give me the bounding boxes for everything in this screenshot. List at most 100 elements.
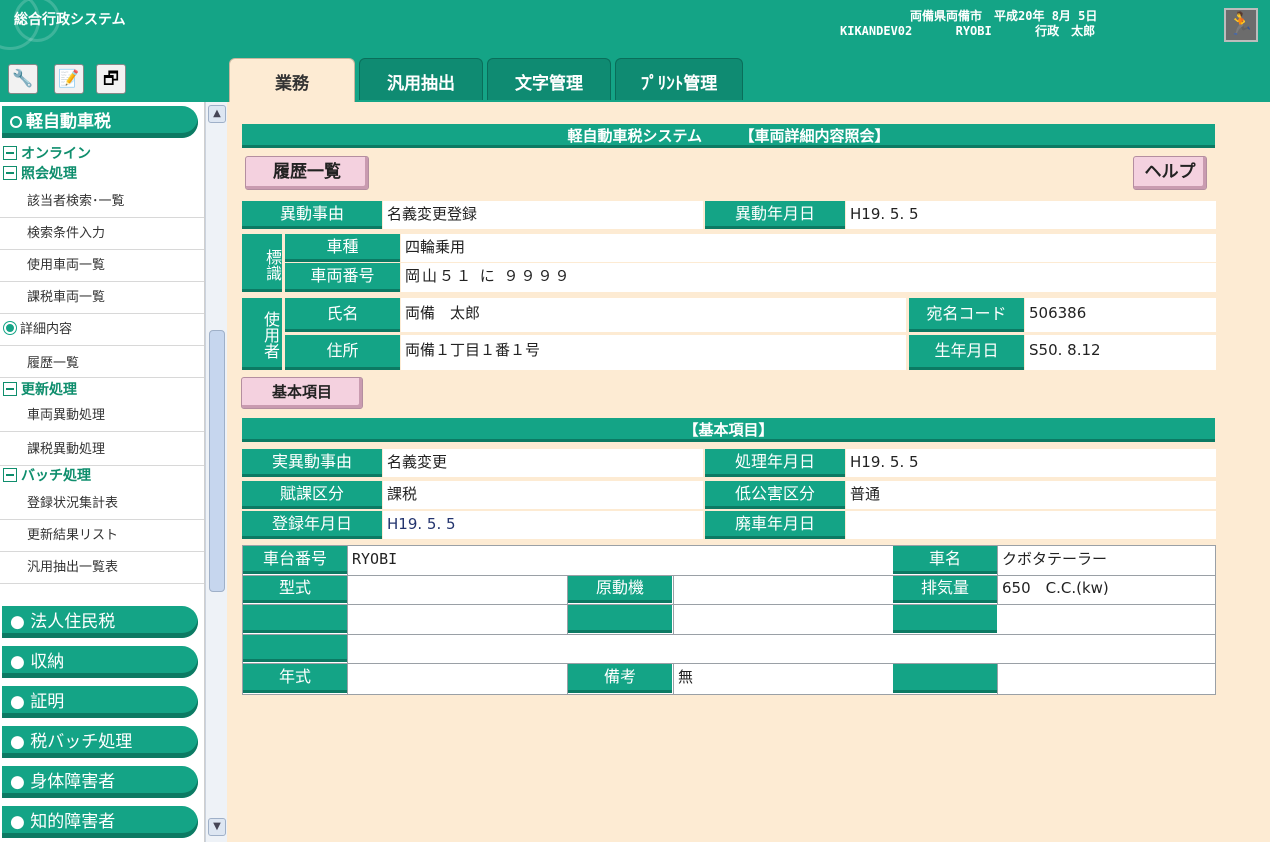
haikiryo-value: 650 C.C.(kw) [1002, 579, 1109, 597]
tab-hanyo-chushutsu[interactable]: 汎用抽出 [359, 58, 483, 100]
jitsu-idou-jiyu-value: 名義変更 [383, 449, 703, 477]
shadai-bango-label: 車台番号 [243, 546, 347, 574]
seinengappi-label: 生年月日 [909, 335, 1024, 370]
biko-label: 備考 [568, 664, 672, 693]
fuka-kubun-label: 賦課区分 [242, 481, 382, 509]
collapse-icon [3, 146, 17, 160]
notepad-icon[interactable]: 📝 [54, 64, 84, 94]
group-update[interactable]: 更新処理 [3, 380, 77, 400]
exit-button[interactable]: 🏃 [1224, 8, 1258, 42]
sidebar-item-update-results[interactable]: 更新結果リスト [0, 520, 204, 552]
sidebar-system-physical-disability[interactable]: ● 身体障害者 [2, 766, 198, 798]
grid-line [347, 545, 348, 695]
sidebar-active-system[interactable]: 軽自動車税 [2, 106, 198, 138]
user-id: RYOBI [955, 24, 992, 38]
tab-moji-kanri[interactable]: 文字管理 [487, 58, 611, 100]
biko-value: 無 [678, 668, 694, 686]
katashiki-label: 型式 [243, 576, 347, 603]
radio-icon [10, 116, 22, 128]
shimei-label: 氏名 [285, 298, 400, 332]
grid-line [242, 634, 1216, 635]
sidebar-item-tax-change[interactable]: 課税異動処理 [0, 434, 204, 466]
selected-radio-icon [4, 322, 16, 334]
blank-label [243, 605, 347, 633]
seinengappi-value: S50. 8.12 [1025, 335, 1216, 370]
sidebar-system-tax-batch[interactable]: ● 税バッチ処理 [2, 726, 198, 758]
scroll-thumb[interactable] [209, 330, 225, 592]
scroll-down-arrow-icon[interactable]: ▼ [208, 818, 226, 836]
jusho-value: 両備１丁目１番１号 [401, 335, 906, 370]
sidebar-item-extract-list[interactable]: 汎用抽出一覧表 [0, 552, 204, 584]
help-button[interactable]: ヘルプ [1133, 156, 1207, 190]
tools-icon[interactable]: 🔧 [8, 64, 38, 94]
jitsu-idou-jiyu-label: 実異動事由 [242, 449, 382, 477]
toroku-date-label: 登録年月日 [242, 511, 382, 539]
windows-icon[interactable]: 🗗 [96, 64, 126, 94]
nenshiki-label: 年式 [243, 664, 347, 693]
shimei-value: 両備 太郎 [401, 298, 906, 332]
basic-items-tab[interactable]: 基本項目 [241, 377, 363, 409]
sidebar-system-corporate-tax[interactable]: ● 法人住民税 [2, 606, 198, 638]
tab-bar: 🔧 📝 🗗 業務 汎用抽出 文字管理 ﾌﾟﾘﾝﾄ管理 [0, 50, 1270, 102]
user-name: 行政 太郎 [1035, 24, 1096, 38]
sidebar-system-intellectual-disability[interactable]: ● 知的障害者 [2, 806, 198, 838]
nenshiki-value [348, 664, 566, 693]
history-list-button[interactable]: 履歴一覧 [245, 156, 369, 190]
grid-line [997, 663, 998, 694]
blank-label [568, 605, 672, 633]
atena-code-value: 506386 [1025, 298, 1216, 332]
shashu-value: 四輪乗用 [401, 234, 1216, 262]
collapse-icon [3, 382, 17, 396]
scroll-up-arrow-icon[interactable]: ▲ [208, 105, 226, 123]
toroku-date-value: H19. 5. 5 [383, 511, 703, 539]
sidebar-item-history[interactable]: 履歴一覧 [0, 348, 204, 378]
screen-title: 軽自動車税システム 【車両詳細内容照会】 [242, 124, 1215, 148]
teikougai-value: 普通 [846, 481, 1216, 509]
running-man-icon: 🏃 [1227, 12, 1255, 37]
collapse-icon [3, 468, 17, 482]
grid-line [997, 545, 998, 604]
shiyosha-label: 使用者 [242, 298, 282, 370]
grid-line [567, 575, 568, 634]
grid-line [1215, 545, 1216, 695]
group-inquiry[interactable]: 照会処理 [3, 164, 77, 184]
session-info: 両備県両備市 平成20年 8月 5日 KIKANDEV02 RYOBI 行政 太… [800, 9, 1097, 39]
sidebar: 軽自動車税 オンライン 照会処理 該当者検索･一覧 検索条件入力 使用車両一覧 … [0, 102, 205, 842]
idou-date-value: H19. 5. 5 [846, 201, 1216, 229]
haisha-date-label: 廃車年月日 [705, 511, 845, 539]
sidebar-scrollbar[interactable]: ▲ ▼ [205, 102, 227, 842]
group-online[interactable]: オンライン [3, 144, 91, 164]
sidebar-item-search[interactable]: 該当者検索･一覧 [0, 186, 204, 218]
shori-date-label: 処理年月日 [705, 449, 845, 477]
sidebar-item-used-vehicles[interactable]: 使用車両一覧 [0, 250, 204, 282]
sharyo-bango-value: 岡山５１ に ９９９９ [401, 263, 1216, 292]
sidebar-item-vehicle-change[interactable]: 車両異動処理 [0, 400, 204, 432]
sidebar-item-details[interactable]: 詳細内容 [0, 314, 204, 346]
sidebar-system-certificate[interactable]: ● 証明 [2, 686, 198, 718]
sharyo-bango-label: 車両番号 [285, 263, 400, 292]
tab-gyomu[interactable]: 業務 [229, 58, 355, 102]
terminal-id: KIKANDEV02 [840, 24, 913, 38]
group-batch[interactable]: バッチ処理 [3, 466, 91, 486]
main-panel: 軽自動車税システム 【車両詳細内容照会】 履歴一覧 ヘルプ 異動事由 名義変更登… [227, 102, 1270, 842]
idou-jiyu-value: 名義変更登録 [383, 201, 703, 229]
haikiryo-label: 排気量 [893, 576, 997, 603]
grid-line [242, 604, 1216, 605]
tab-print-kanri[interactable]: ﾌﾟﾘﾝﾄ管理 [615, 58, 743, 100]
idou-date-label: 異動年月日 [705, 201, 845, 229]
sidebar-item-taxed-vehicles[interactable]: 課税車両一覧 [0, 282, 204, 314]
fuka-kubun-value: 課税 [383, 481, 703, 509]
idou-jiyu-label: 異動事由 [242, 201, 382, 229]
sidebar-item-registration-summary[interactable]: 登録状況集計表 [0, 488, 204, 520]
atena-code-label: 宛名コード [909, 298, 1024, 332]
sidebar-item-search-conditions[interactable]: 検索条件入力 [0, 218, 204, 250]
jusho-label: 住所 [285, 335, 400, 370]
gendoki-label: 原動機 [568, 576, 672, 603]
collapse-icon [3, 166, 17, 180]
basic-items-title: 【基本項目】 [242, 418, 1215, 442]
shashu-label: 車種 [285, 234, 400, 262]
shamei-label: 車名 [893, 546, 997, 574]
shadai-bango-value: RYOBI [352, 550, 398, 568]
katashiki-value [348, 576, 566, 603]
sidebar-system-collection[interactable]: ● 収納 [2, 646, 198, 678]
